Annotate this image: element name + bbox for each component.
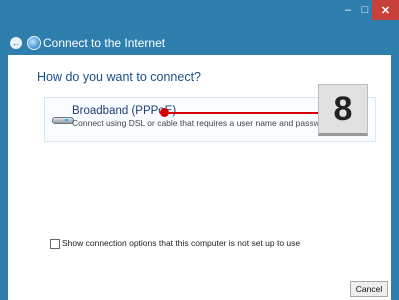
close-button[interactable]: ✕ — [372, 0, 399, 20]
maximize-button[interactable]: □ — [357, 0, 373, 20]
modem-icon — [52, 114, 74, 124]
modem-body — [52, 117, 74, 124]
show-options-label[interactable]: Show connection options that this comput… — [62, 238, 300, 248]
wizard-header: ← Connect to the Internet — [0, 28, 399, 54]
show-options-checkbox[interactable] — [50, 239, 60, 249]
modem-light — [65, 119, 68, 121]
minimize-button[interactable]: – — [339, 0, 357, 20]
window-title: Connect to the Internet — [43, 36, 166, 50]
annotation-line — [167, 112, 318, 114]
step-number-badge: 8 — [318, 84, 368, 136]
option-description: Connect using DSL or cable that requires… — [72, 118, 335, 128]
globe-icon — [27, 36, 41, 50]
cancel-button[interactable]: Cancel — [350, 281, 388, 297]
window-frame: – □ ✕ ← Connect to the Internet How do y… — [0, 0, 399, 300]
page-heading: How do you want to connect? — [37, 70, 201, 84]
back-arrow-icon[interactable]: ← — [10, 37, 22, 49]
title-bar: – □ ✕ — [0, 0, 399, 26]
